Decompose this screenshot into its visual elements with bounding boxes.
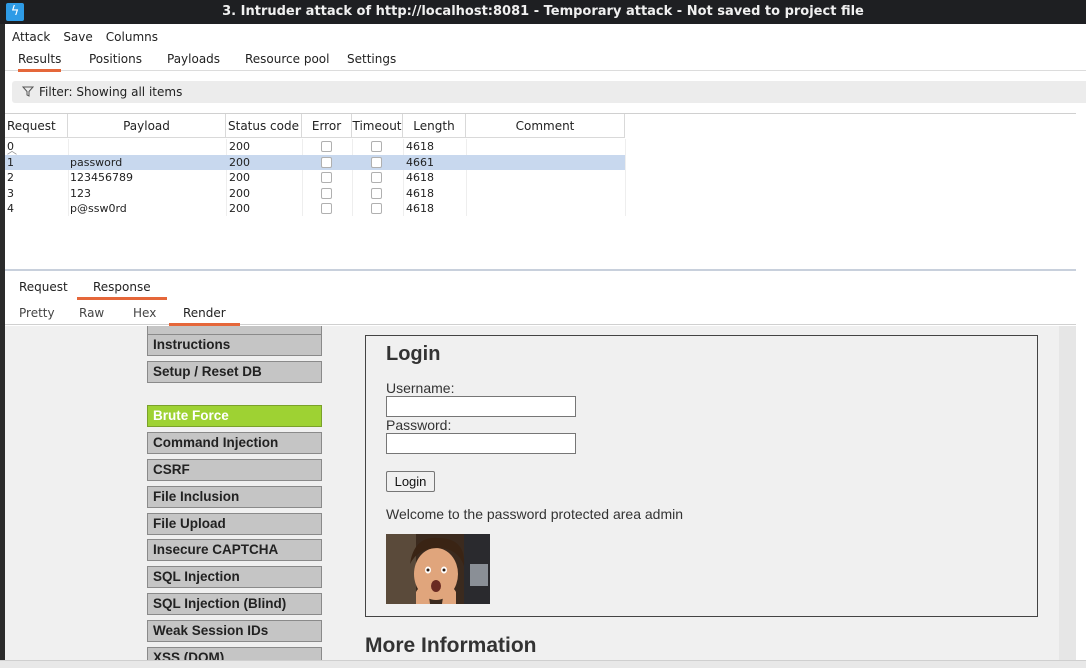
- menu-item-brute-force[interactable]: Brute Force: [147, 405, 322, 427]
- col-status-code[interactable]: Status code: [226, 114, 302, 138]
- cell-request: 2: [7, 171, 14, 184]
- menu-item-setup[interactable]: Setup / Reset DB: [147, 361, 322, 383]
- tab-results[interactable]: Results: [18, 52, 62, 72]
- tab-response[interactable]: Response: [77, 280, 167, 300]
- table-row[interactable]: 2 123456789 200 4618: [5, 170, 625, 186]
- password-label: Password:: [386, 417, 452, 433]
- table-body: 0 200 4618 1 password 200 4661 2 123456789 200 461…: [5, 139, 625, 217]
- cell-request: 4: [7, 202, 14, 215]
- tab-positions[interactable]: Positions: [89, 52, 142, 69]
- tab-request[interactable]: Request: [19, 280, 68, 297]
- tab-resource-pool[interactable]: Resource pool: [245, 52, 329, 69]
- status-strip: [0, 660, 1086, 668]
- cell-status: 200: [229, 155, 250, 169]
- col-length[interactable]: Length: [403, 114, 466, 138]
- table-header: Request ︿ Payload Status code Error Time…: [5, 114, 625, 157]
- table-row[interactable]: 4 p@ssw0rd 200 4618: [5, 201, 625, 217]
- menu-item-command-injection[interactable]: Command Injection: [147, 432, 322, 454]
- menu-save[interactable]: Save: [56, 26, 98, 44]
- tab-settings[interactable]: Settings: [347, 52, 396, 69]
- table-row[interactable]: 1 password 200 4661: [5, 154, 625, 170]
- cell-status: 200: [229, 202, 250, 215]
- menu-item-file-upload[interactable]: File Upload: [147, 513, 322, 535]
- tab-hex[interactable]: Hex: [133, 306, 156, 323]
- error-checkbox: [321, 203, 332, 214]
- tab-payloads[interactable]: Payloads: [167, 52, 220, 69]
- filter-bar[interactable]: Filter: Showing all items: [12, 81, 1086, 103]
- cell-request: 1: [7, 155, 14, 169]
- tab-raw[interactable]: Raw: [79, 306, 104, 323]
- welcome-message: Welcome to the password protected area a…: [386, 506, 684, 522]
- col-error[interactable]: Error: [302, 114, 352, 138]
- login-panel: Login Username: Password: Login Welcome …: [365, 335, 1038, 617]
- user-photo: [386, 534, 490, 604]
- tab-render[interactable]: Render: [169, 306, 240, 326]
- login-button[interactable]: Login: [386, 471, 435, 492]
- cell-payload: 123456789: [70, 171, 133, 184]
- cell-payload: password: [70, 155, 123, 169]
- cell-status: 200: [229, 171, 250, 184]
- cell-status: 200: [229, 140, 250, 153]
- tab-pretty[interactable]: Pretty: [19, 306, 55, 323]
- col-payload[interactable]: Payload: [68, 114, 226, 138]
- error-checkbox: [321, 187, 332, 199]
- cell-length: 4618: [406, 202, 434, 215]
- col-timeout[interactable]: Timeout: [352, 114, 403, 138]
- login-title: Login: [386, 343, 441, 365]
- table-row[interactable]: 0 200 4618: [5, 139, 625, 155]
- password-field[interactable]: [386, 433, 576, 454]
- col-request[interactable]: Request ︿: [5, 114, 68, 157]
- results-table: Request ︿ Payload Status code Error Time…: [5, 113, 1076, 271]
- menu-item-instructions[interactable]: Instructions: [147, 334, 322, 356]
- menu-item-weak-session-ids[interactable]: Weak Session IDs: [147, 620, 322, 642]
- timeout-checkbox: [371, 187, 382, 199]
- menu-item-sql-injection[interactable]: SQL Injection: [147, 566, 322, 588]
- menu-item-xss-dom[interactable]: XSS (DOM): [147, 647, 322, 660]
- menu-item-csrf[interactable]: CSRF: [147, 459, 322, 481]
- render-view[interactable]: Instructions Setup / Reset DB Brute Forc…: [5, 326, 1059, 660]
- cell-length: 4618: [406, 171, 434, 184]
- timeout-checkbox: [371, 156, 382, 168]
- error-checkbox: [321, 156, 332, 168]
- menu-attack[interactable]: Attack: [5, 26, 56, 44]
- filter-icon: [21, 86, 35, 100]
- menu-bar: Attack Save Columns: [5, 26, 164, 48]
- main-tabs: Results Positions Payloads Resource pool…: [5, 48, 1086, 72]
- table-row[interactable]: 3 123 200 4618: [5, 186, 625, 202]
- menu-item-sql-injection-blind[interactable]: SQL Injection (Blind): [147, 593, 322, 615]
- cell-status: 200: [229, 186, 250, 200]
- title-bar: ϟ 3. Intruder attack of http://localhost…: [0, 0, 1086, 24]
- filter-label: Filter: Showing all items: [39, 85, 183, 99]
- timeout-checkbox: [371, 141, 382, 152]
- cell-request: 3: [7, 186, 14, 200]
- error-checkbox: [321, 172, 332, 183]
- username-label: Username:: [386, 380, 455, 396]
- error-checkbox: [321, 141, 332, 152]
- cell-payload: 123: [70, 186, 91, 200]
- window-title: 3. Intruder attack of http://localhost:8…: [222, 4, 864, 19]
- cell-length: 4661: [406, 155, 434, 169]
- cell-length: 4618: [406, 140, 434, 153]
- cell-request: 0: [7, 140, 14, 153]
- menu-item-insecure-captcha[interactable]: Insecure CAPTCHA: [147, 539, 322, 561]
- cell-payload: p@ssw0rd: [70, 202, 127, 215]
- timeout-checkbox: [371, 203, 382, 214]
- cell-length: 4618: [406, 186, 434, 200]
- timeout-checkbox: [371, 172, 382, 183]
- request-response-tabs: Request Response: [5, 274, 1076, 300]
- view-tabs: Pretty Raw Hex Render: [5, 300, 1076, 326]
- col-comment[interactable]: Comment: [466, 114, 625, 138]
- menu-item-file-inclusion[interactable]: File Inclusion: [147, 486, 322, 508]
- menu-columns[interactable]: Columns: [99, 26, 164, 44]
- username-field[interactable]: [386, 396, 576, 417]
- render-scrollbar[interactable]: [1059, 326, 1076, 660]
- more-information-heading: More Information: [365, 634, 537, 657]
